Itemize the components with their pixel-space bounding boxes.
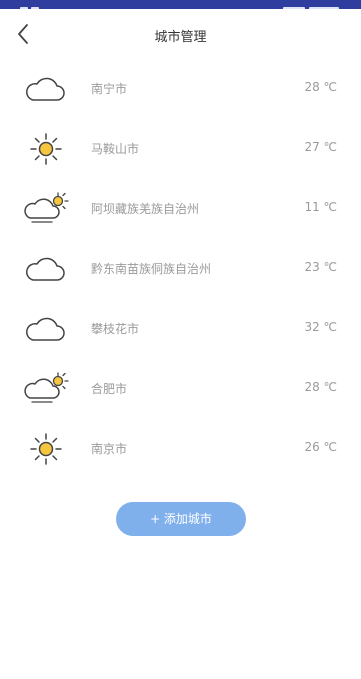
city-row[interactable]: 南宁市 28 ℃ <box>0 58 361 118</box>
city-temperature: 28 ℃ <box>304 380 337 394</box>
city-row[interactable]: 黔东南苗族侗族自治州 23 ℃ <box>0 238 361 298</box>
add-city-button[interactable]: + 添加城市 <box>116 502 246 536</box>
sun-icon <box>23 432 69 466</box>
city-temperature: 26 ℃ <box>304 440 337 454</box>
city-temperature: 28 ℃ <box>304 80 337 94</box>
city-row[interactable]: 马鞍山市 27 ℃ <box>0 118 361 178</box>
cloud-icon <box>23 252 69 286</box>
city-name: 攀枝花市 <box>91 322 140 336</box>
city-name: 南京市 <box>91 442 128 456</box>
status-left-icons <box>20 0 48 9</box>
page-title: 城市管理 <box>154 30 207 45</box>
city-list: 南宁市 28 ℃ 马鞍山市 27 ℃ 阿坝藏族羌族自治州 11 ℃ 黔东南苗族侗族自治州 23… <box>0 58 361 478</box>
status-right-icons <box>279 0 349 9</box>
city-temperature: 32 ℃ <box>304 320 337 334</box>
cloud-icon <box>23 312 69 346</box>
header: 城市管理 <box>0 9 361 61</box>
city-name: 合肥市 <box>91 382 128 396</box>
city-temperature: 11 ℃ <box>304 200 337 214</box>
city-row[interactable]: 攀枝花市 32 ℃ <box>0 298 361 358</box>
city-name: 黔东南苗族侗族自治州 <box>91 262 212 276</box>
city-name: 阿坝藏族羌族自治州 <box>91 202 200 216</box>
city-name: 南宁市 <box>91 82 128 96</box>
city-name: 马鞍山市 <box>91 142 140 156</box>
city-row[interactable]: 南京市 26 ℃ <box>0 418 361 478</box>
partly-cloudy-icon <box>23 372 69 406</box>
cloud-icon <box>23 72 69 106</box>
city-temperature: 23 ℃ <box>304 260 337 274</box>
status-bar <box>0 0 361 9</box>
city-row[interactable]: 合肥市 28 ℃ <box>0 358 361 418</box>
city-temperature: 27 ℃ <box>304 140 337 154</box>
city-row[interactable]: 阿坝藏族羌族自治州 11 ℃ <box>0 178 361 238</box>
partly-cloudy-icon <box>23 192 69 226</box>
sun-icon <box>23 132 69 166</box>
